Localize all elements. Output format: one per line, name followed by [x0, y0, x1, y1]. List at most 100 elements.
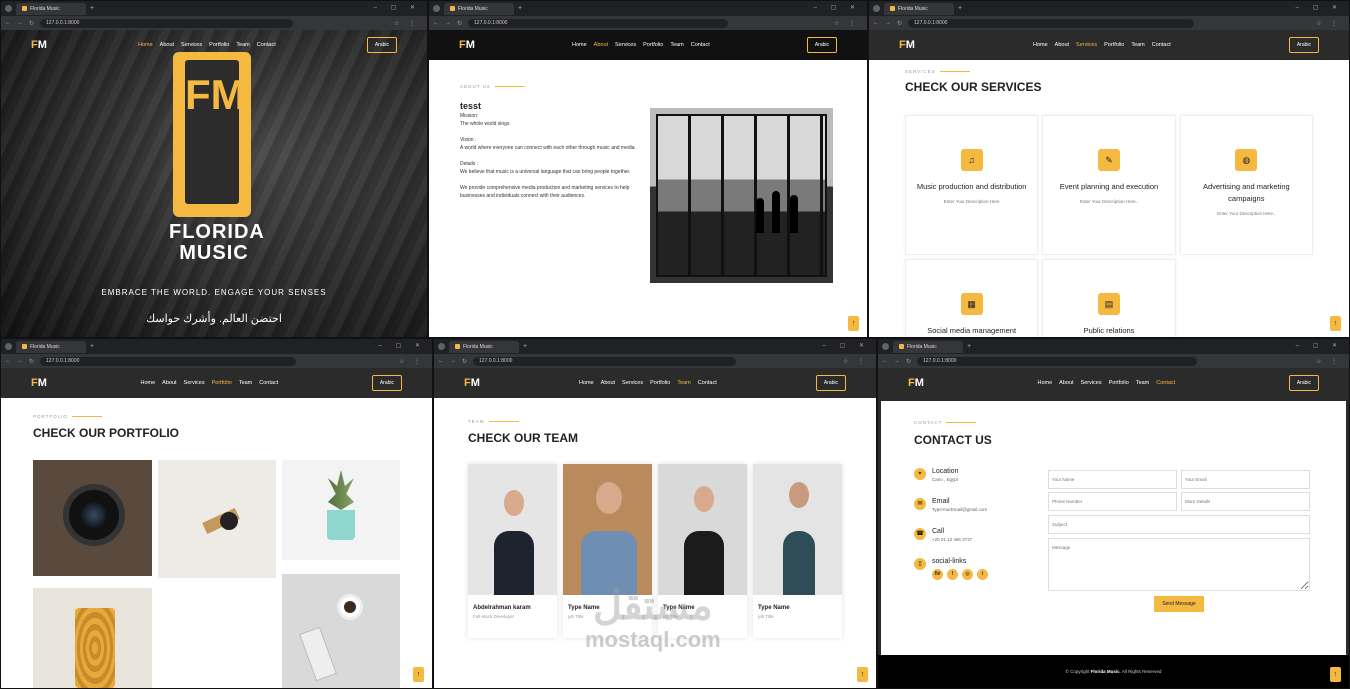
address-bar[interactable]: 127.0.0.1:8000	[908, 18, 1194, 28]
profile-icon[interactable]	[5, 343, 12, 350]
reload-icon[interactable]: ↻	[29, 20, 34, 27]
profile-icon[interactable]	[873, 5, 880, 12]
back-icon[interactable]: ←	[438, 358, 444, 364]
browser-tab[interactable]: Florida Music	[893, 340, 963, 353]
nav-team[interactable]: Team	[236, 42, 249, 48]
team-card[interactable]: Abdelrahman karam Full-stack Developer	[468, 464, 557, 638]
nav-services[interactable]: Services	[615, 42, 636, 48]
service-card[interactable]: ♫ Music production and distribution Ente…	[905, 115, 1039, 255]
reload-icon[interactable]: ↻	[29, 358, 34, 365]
arabic-button[interactable]: Arabic	[366, 37, 397, 53]
message-field[interactable]	[1048, 538, 1310, 591]
nav-services[interactable]: Services	[1081, 380, 1102, 386]
nav-about[interactable]: About	[1059, 380, 1073, 386]
site-logo[interactable]: FM	[31, 377, 47, 389]
nav-about[interactable]: About	[160, 42, 174, 48]
scroll-top-button[interactable]: ↑	[1330, 316, 1341, 331]
new-tab-icon[interactable]: +	[90, 343, 94, 350]
nav-home[interactable]: Home	[138, 42, 153, 48]
extensions-icon[interactable]: ☆ ⋮	[1316, 20, 1341, 27]
nav-about[interactable]: About	[162, 380, 176, 386]
nav-portfolio[interactable]: Portfolio	[1104, 42, 1124, 48]
reload-icon[interactable]: ↻	[906, 358, 911, 365]
nav-portfolio[interactable]: Portfolio	[643, 42, 663, 48]
nav-team[interactable]: Team	[670, 42, 683, 48]
extensions-icon[interactable]: ☆ ⋮	[834, 20, 859, 27]
site-logo[interactable]: FM	[31, 39, 47, 51]
profile-icon[interactable]	[882, 343, 889, 350]
address-bar[interactable]: 127.0.0.1:8000	[917, 356, 1198, 366]
address-bar[interactable]: 127.0.0.1:8000	[468, 18, 729, 28]
nav-about[interactable]: About	[601, 380, 615, 386]
back-icon[interactable]: ←	[873, 20, 879, 26]
nav-home[interactable]: Home	[1037, 380, 1052, 386]
twitter-icon[interactable]: t	[977, 569, 988, 580]
window-controls[interactable]: – ▢ ✕	[379, 342, 426, 349]
new-tab-icon[interactable]: +	[523, 343, 527, 350]
browser-tab[interactable]: Florida Music	[449, 340, 519, 353]
back-icon[interactable]: ←	[5, 20, 11, 26]
nav-portfolio[interactable]: Portfolio	[212, 380, 232, 386]
site-logo[interactable]: FM	[464, 377, 480, 389]
window-controls[interactable]: – ▢ ✕	[374, 4, 421, 11]
arabic-button[interactable]: Arabic	[1288, 37, 1319, 53]
window-controls[interactable]: – ▢ ✕	[814, 4, 861, 11]
service-card[interactable]: ▦ Social media management	[905, 259, 1039, 337]
arabic-button[interactable]: Arabic	[815, 375, 846, 391]
scroll-top-button[interactable]: ↑	[848, 316, 859, 331]
nav-team[interactable]: Team	[677, 380, 690, 386]
facebook-icon[interactable]: f	[947, 569, 958, 580]
portfolio-item-watch[interactable]	[158, 460, 276, 578]
new-tab-icon[interactable]: +	[90, 5, 94, 12]
nav-contact[interactable]: Contact	[259, 380, 278, 386]
portfolio-item-plant[interactable]	[282, 460, 400, 560]
email-field[interactable]	[1181, 470, 1310, 489]
service-card[interactable]: ✎ Event planning and execution Enter You…	[1042, 115, 1176, 255]
team-card[interactable]: Type Name job Title	[753, 464, 842, 638]
forward-icon[interactable]: →	[445, 20, 451, 26]
nav-services[interactable]: Services	[181, 42, 202, 48]
arabic-button[interactable]: Arabic	[806, 37, 837, 53]
portfolio-item-coffee[interactable]	[282, 574, 400, 688]
service-card[interactable]: ◍ Advertising and marketing campaigns En…	[1179, 115, 1313, 255]
nav-home[interactable]: Home	[140, 380, 155, 386]
subject-field[interactable]	[1048, 515, 1310, 534]
details-field[interactable]	[1181, 492, 1310, 511]
profile-icon[interactable]	[5, 5, 12, 12]
portfolio-item-camera-lens[interactable]	[33, 460, 152, 576]
nav-services[interactable]: Services	[622, 380, 643, 386]
new-tab-icon[interactable]: +	[967, 343, 971, 350]
profile-icon[interactable]	[438, 343, 445, 350]
site-logo[interactable]: FM	[459, 39, 475, 51]
nav-contact[interactable]: Contact	[698, 380, 717, 386]
window-controls[interactable]: – ▢ ✕	[1296, 4, 1343, 11]
extensions-icon[interactable]: ☆ ⋮	[399, 358, 424, 365]
nav-team[interactable]: Team	[1136, 380, 1149, 386]
nav-home[interactable]: Home	[572, 42, 587, 48]
service-card[interactable]: ▤ Public relations	[1042, 259, 1176, 337]
behance-icon[interactable]: Bē	[932, 569, 943, 580]
portfolio-item-drink[interactable]	[33, 588, 152, 688]
back-icon[interactable]: ←	[433, 20, 439, 26]
forward-icon[interactable]: →	[17, 358, 23, 364]
nav-team[interactable]: Team	[239, 380, 252, 386]
back-icon[interactable]: ←	[882, 358, 888, 364]
extensions-icon[interactable]: ☆ ⋮	[843, 358, 868, 365]
scroll-top-button[interactable]: ↑	[1330, 667, 1341, 682]
phone-field[interactable]	[1048, 492, 1177, 511]
nav-about[interactable]: About	[594, 42, 608, 48]
forward-icon[interactable]: →	[894, 358, 900, 364]
instagram-icon[interactable]: ◎	[962, 569, 973, 580]
team-card[interactable]: Type Name job Title	[563, 464, 652, 638]
scroll-top-button[interactable]: ↑	[413, 667, 424, 682]
nav-contact[interactable]: Contact	[691, 42, 710, 48]
forward-icon[interactable]: →	[885, 20, 891, 26]
reload-icon[interactable]: ↻	[457, 20, 462, 27]
new-tab-icon[interactable]: +	[518, 5, 522, 12]
nav-team[interactable]: Team	[1131, 42, 1144, 48]
nav-home[interactable]: Home	[579, 380, 594, 386]
name-field[interactable]	[1048, 470, 1177, 489]
site-logo[interactable]: FM	[899, 39, 915, 51]
scroll-top-button[interactable]: ↑	[857, 667, 868, 682]
browser-tab[interactable]: Florida Music	[884, 2, 954, 15]
